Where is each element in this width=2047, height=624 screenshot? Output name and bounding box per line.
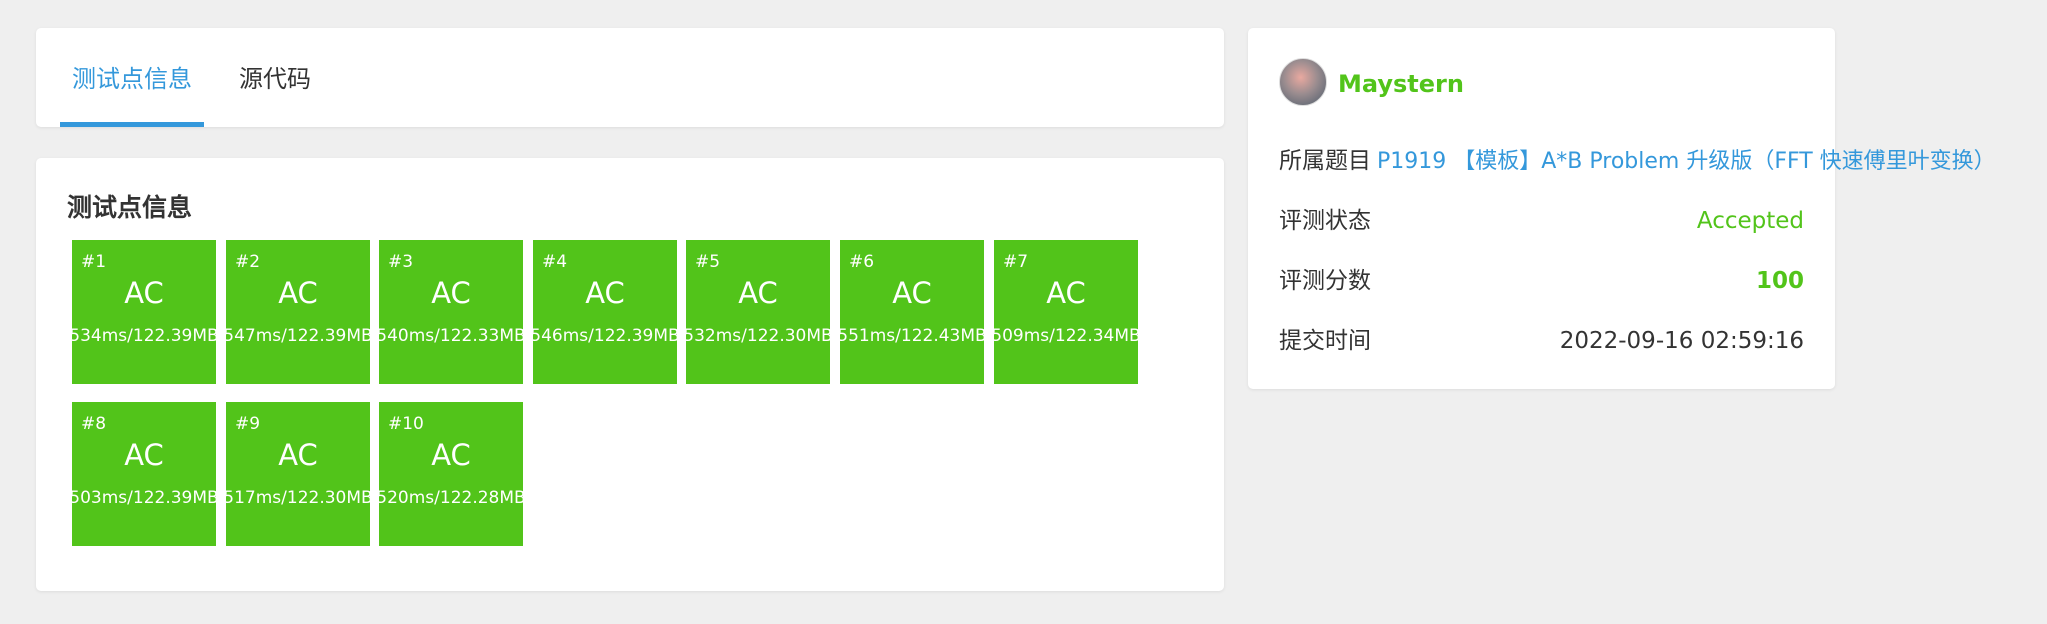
test-case-status: AC xyxy=(278,438,318,472)
test-case-status: AC xyxy=(124,276,164,310)
test-case-tile[interactable]: #8 AC 503ms/122.39MB xyxy=(72,402,216,546)
test-case-status: AC xyxy=(431,276,471,310)
test-case-tile[interactable]: #1 AC 534ms/122.39MB xyxy=(72,240,216,384)
tab-source-code[interactable]: 源代码 xyxy=(239,28,311,127)
test-points-card: 测试点信息 #1 AC 534ms/122.39MB #2 AC 547ms/122.39… xyxy=(36,158,1224,591)
problem-row: 所属题目 P1919 【模板】A*B Problem 升级版（FFT 快速傅里叶变… xyxy=(1279,144,1996,178)
section-title: 测试点信息 xyxy=(67,193,193,222)
test-case-id: #9 xyxy=(235,414,261,434)
test-case-tile[interactable]: #10 AC 520ms/122.28MB xyxy=(379,402,523,546)
test-case-id: #2 xyxy=(235,252,261,272)
test-case-detail: 520ms/122.28MB xyxy=(379,488,523,508)
time-label: 提交时间 xyxy=(1279,328,1371,354)
test-case-status: AC xyxy=(431,438,471,472)
tab-test-points[interactable]: 测试点信息 xyxy=(72,28,192,127)
avatar[interactable] xyxy=(1279,58,1327,106)
tabs-card: 测试点信息 源代码 xyxy=(36,28,1224,127)
test-case-status: AC xyxy=(1046,276,1086,310)
problem-label: 所属题目 xyxy=(1279,148,1371,174)
test-case-tile[interactable]: #4 AC 546ms/122.39MB xyxy=(533,240,677,384)
test-case-status: AC xyxy=(278,276,318,310)
test-case-id: #5 xyxy=(695,252,721,272)
problem-link[interactable]: P1919 【模板】A*B Problem 升级版（FFT 快速傅里叶变换） xyxy=(1377,149,1996,174)
test-case-detail: 509ms/122.34MB xyxy=(994,326,1138,346)
status-row: 评测状态 Accepted xyxy=(1279,204,1804,238)
test-case-id: #4 xyxy=(542,252,568,272)
username-link[interactable]: Maystern xyxy=(1338,70,1464,98)
time-value: 2022-09-16 02:59:16 xyxy=(1559,328,1804,354)
test-case-tile[interactable]: #2 AC 547ms/122.39MB xyxy=(226,240,370,384)
status-value: Accepted xyxy=(1696,208,1804,234)
time-row: 提交时间 2022-09-16 02:59:16 xyxy=(1279,324,1804,358)
test-case-id: #10 xyxy=(388,414,424,434)
test-case-detail: 503ms/122.39MB xyxy=(72,488,216,508)
test-case-detail: 517ms/122.30MB xyxy=(226,488,370,508)
test-case-id: #3 xyxy=(388,252,414,272)
test-case-id: #7 xyxy=(1003,252,1029,272)
test-case-tile[interactable]: #3 AC 540ms/122.33MB xyxy=(379,240,523,384)
test-case-detail: 547ms/122.39MB xyxy=(226,326,370,346)
test-case-detail: 551ms/122.43MB xyxy=(840,326,984,346)
test-case-id: #1 xyxy=(81,252,107,272)
test-case-status: AC xyxy=(892,276,932,310)
test-case-status: AC xyxy=(738,276,778,310)
test-case-status: AC xyxy=(585,276,625,310)
submission-info-card: Maystern 所属题目 P1919 【模板】A*B Problem 升级版（F… xyxy=(1248,28,1996,389)
test-case-detail: 546ms/122.39MB xyxy=(533,326,677,346)
active-tab-indicator xyxy=(60,122,204,127)
test-case-tile[interactable]: #5 AC 532ms/122.30MB xyxy=(686,240,830,384)
status-label: 评测状态 xyxy=(1279,208,1371,234)
score-row: 评测分数 100 xyxy=(1279,264,1804,298)
test-case-tile[interactable]: #7 AC 509ms/122.34MB xyxy=(994,240,1138,384)
test-case-status: AC xyxy=(124,438,164,472)
test-case-detail: 540ms/122.33MB xyxy=(379,326,523,346)
score-value: 100 xyxy=(1755,268,1804,294)
score-label: 评测分数 xyxy=(1279,268,1371,294)
test-case-id: #8 xyxy=(81,414,107,434)
test-case-tile[interactable]: #9 AC 517ms/122.30MB xyxy=(226,402,370,546)
test-case-detail: 532ms/122.30MB xyxy=(686,326,830,346)
test-case-detail: 534ms/122.39MB xyxy=(72,326,216,346)
test-case-tile[interactable]: #6 AC 551ms/122.43MB xyxy=(840,240,984,384)
test-case-id: #6 xyxy=(849,252,875,272)
